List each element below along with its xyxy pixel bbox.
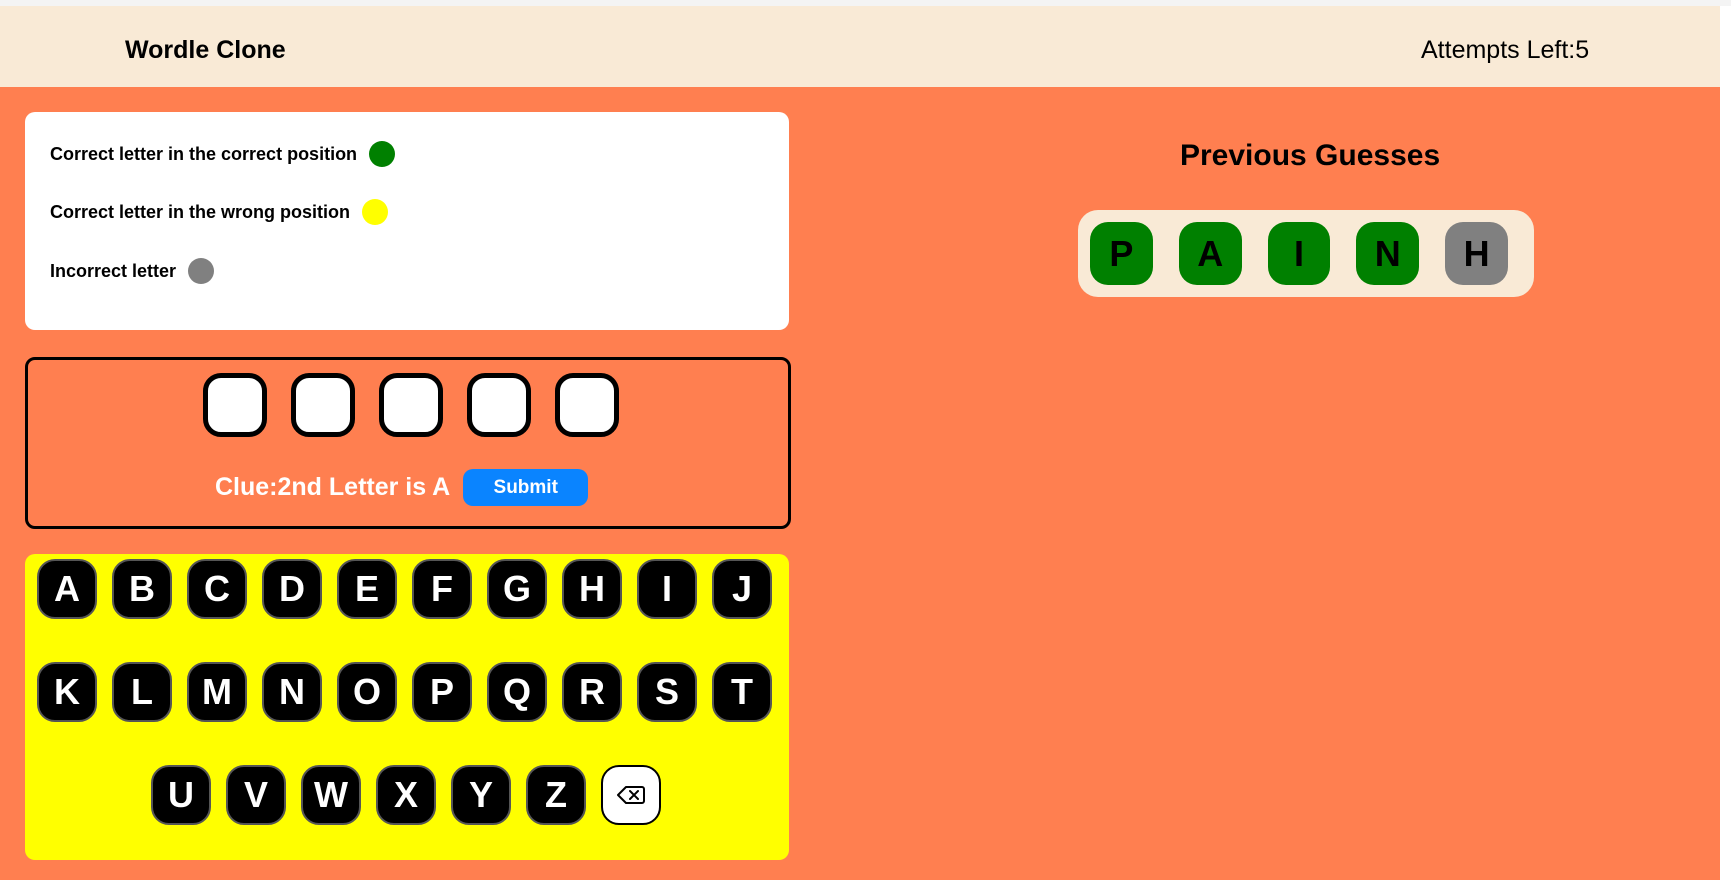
attempts-left: Attempts Left:5 <box>1421 36 1590 64</box>
key-o[interactable]: O <box>337 662 397 722</box>
yellow-dot-icon <box>362 199 389 225</box>
gray-dot-icon <box>188 258 215 284</box>
key-w[interactable]: W <box>301 765 361 825</box>
guess-tile: P <box>1090 222 1153 285</box>
key-q[interactable]: Q <box>487 662 547 722</box>
letter-slot-3[interactable] <box>379 373 443 437</box>
keyboard-row-2: K L M N O P Q R S T <box>37 662 787 722</box>
key-f[interactable]: F <box>412 559 472 619</box>
key-k[interactable]: K <box>37 662 97 722</box>
letter-slot-1[interactable] <box>203 373 267 437</box>
legend-item-incorrect: Incorrect letter <box>50 258 215 284</box>
key-y[interactable]: Y <box>451 765 511 825</box>
app-title: Wordle Clone <box>125 36 286 64</box>
legend-item-misplaced: Correct letter in the wrong position <box>50 199 389 225</box>
key-g[interactable]: G <box>487 559 547 619</box>
clue-row: Clue:2nd Letter is A Submit <box>215 469 589 506</box>
guess-tile: N <box>1356 222 1420 285</box>
letter-slot-2[interactable] <box>291 373 355 437</box>
backspace-icon <box>617 786 645 804</box>
key-p[interactable]: P <box>412 662 472 722</box>
backspace-key[interactable] <box>601 765 661 825</box>
key-a[interactable]: A <box>37 559 97 619</box>
header-bar: Wordle Clone Attempts Left:5 <box>0 6 1720 87</box>
guess-tile: I <box>1267 222 1331 285</box>
previous-guesses-title: Previous Guesses <box>1180 139 1441 172</box>
keyboard-row-1: A B C D E F G H I J <box>37 559 787 619</box>
key-u[interactable]: U <box>151 765 211 825</box>
key-j[interactable]: J <box>712 559 772 619</box>
key-e[interactable]: E <box>337 559 397 619</box>
main-area: Correct letter in the correct position C… <box>0 87 1720 880</box>
key-c[interactable]: C <box>187 559 247 619</box>
legend-panel: Correct letter in the correct position C… <box>25 112 789 330</box>
keyboard: A B C D E F G H I J K L M N O P Q R S T … <box>25 554 789 860</box>
key-z[interactable]: Z <box>526 765 586 825</box>
guess-input-panel: Clue:2nd Letter is A Submit <box>25 357 791 529</box>
key-t[interactable]: T <box>712 662 772 722</box>
key-h[interactable]: H <box>562 559 622 619</box>
key-n[interactable]: N <box>262 662 322 722</box>
green-dot-icon <box>369 141 396 167</box>
key-v[interactable]: V <box>226 765 286 825</box>
key-l[interactable]: L <box>112 662 172 722</box>
guess-tile: A <box>1178 222 1242 285</box>
key-d[interactable]: D <box>262 559 322 619</box>
clue-text: Clue:2nd Letter is A <box>215 473 451 501</box>
letter-slot-5[interactable] <box>555 373 619 437</box>
key-b[interactable]: B <box>112 559 172 619</box>
key-m[interactable]: M <box>187 662 247 722</box>
legend-item-correct: Correct letter in the correct position <box>50 141 396 167</box>
key-x[interactable]: X <box>376 765 436 825</box>
submit-button[interactable]: Submit <box>463 469 589 506</box>
key-r[interactable]: R <box>562 662 622 722</box>
key-s[interactable]: S <box>637 662 697 722</box>
letter-slots <box>203 373 643 437</box>
guess-row: P A I N H <box>1078 210 1534 297</box>
legend-label: Incorrect letter <box>50 260 177 281</box>
legend-label: Correct letter in the wrong position <box>50 201 351 222</box>
letter-slot-4[interactable] <box>467 373 531 437</box>
key-i[interactable]: I <box>637 559 697 619</box>
legend-label: Correct letter in the correct position <box>50 143 358 164</box>
guess-tile: H <box>1445 222 1508 285</box>
keyboard-row-3: U V W X Y Z <box>151 765 676 825</box>
